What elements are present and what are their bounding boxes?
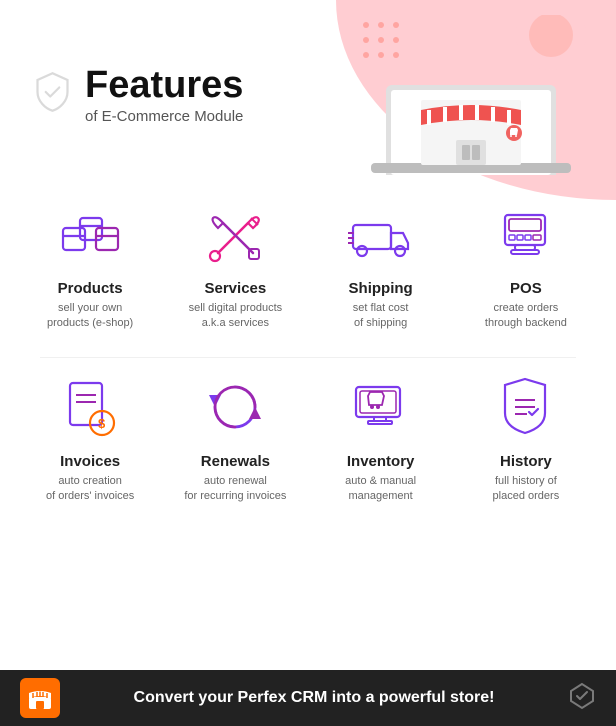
invoices-desc: auto creationof orders' invoices	[46, 474, 134, 505]
svg-text:$: $	[98, 416, 106, 431]
inventory-desc: auto & manualmanagement	[345, 474, 416, 505]
shipping-title: Shipping	[349, 280, 413, 297]
features-row-2: $ Invoices auto creationof orders' invoi…	[20, 363, 596, 515]
feature-products: Products sell your ownproducts (e-shop)	[20, 190, 160, 342]
products-desc: sell your ownproducts (e-shop)	[47, 301, 133, 332]
feature-inventory: Inventory auto & manualmanagement	[311, 363, 451, 515]
bottom-bar: Convert your Perfex CRM into a powerful …	[0, 670, 616, 726]
renewals-desc: auto renewalfor recurring invoices	[184, 474, 286, 505]
cta-text: Convert your Perfex CRM into a powerful …	[60, 689, 568, 707]
header-illustration	[366, 15, 586, 175]
inventory-icon	[346, 373, 416, 443]
shield-icon	[30, 71, 75, 121]
page-title: Features	[85, 65, 243, 107]
features-section: Products sell your ownproducts (e-shop) …	[0, 180, 616, 515]
row-divider	[40, 357, 576, 358]
services-title: Services	[205, 280, 267, 297]
history-icon	[491, 373, 561, 443]
feature-shipping: Shipping set flat costof shipping	[311, 190, 451, 342]
products-title: Products	[58, 280, 123, 297]
pos-desc: create ordersthrough backend	[485, 301, 567, 332]
inventory-title: Inventory	[347, 453, 415, 470]
pos-icon	[491, 200, 561, 270]
feature-renewals: Renewals auto renewalfor recurring invoi…	[165, 363, 305, 515]
feature-pos: POS create ordersthrough backend	[456, 190, 596, 342]
feature-invoices: $ Invoices auto creationof orders' invoi…	[20, 363, 160, 515]
services-desc: sell digital productsa.k.a services	[189, 301, 283, 332]
feature-history: History full history ofplaced orders	[456, 363, 596, 515]
store-icon	[20, 678, 60, 718]
feature-services: Services sell digital productsa.k.a serv…	[165, 190, 305, 342]
header: Features of E-Commerce Module	[0, 0, 616, 180]
header-left: Features of E-Commerce Module	[30, 65, 243, 126]
shipping-icon	[346, 200, 416, 270]
pos-title: POS	[510, 280, 542, 297]
renewals-icon	[200, 373, 270, 443]
invoices-title: Invoices	[60, 453, 120, 470]
products-icon	[55, 200, 125, 270]
services-icon	[200, 200, 270, 270]
history-title: History	[500, 453, 552, 470]
renewals-title: Renewals	[201, 453, 270, 470]
features-row-1: Products sell your ownproducts (e-shop) …	[20, 190, 596, 342]
page-subtitle: of E-Commerce Module	[85, 108, 243, 125]
header-text: Features of E-Commerce Module	[85, 65, 243, 126]
shipping-desc: set flat costof shipping	[353, 301, 409, 332]
brand-logo	[568, 682, 596, 715]
history-desc: full history ofplaced orders	[493, 474, 560, 505]
invoices-icon: $	[55, 373, 125, 443]
